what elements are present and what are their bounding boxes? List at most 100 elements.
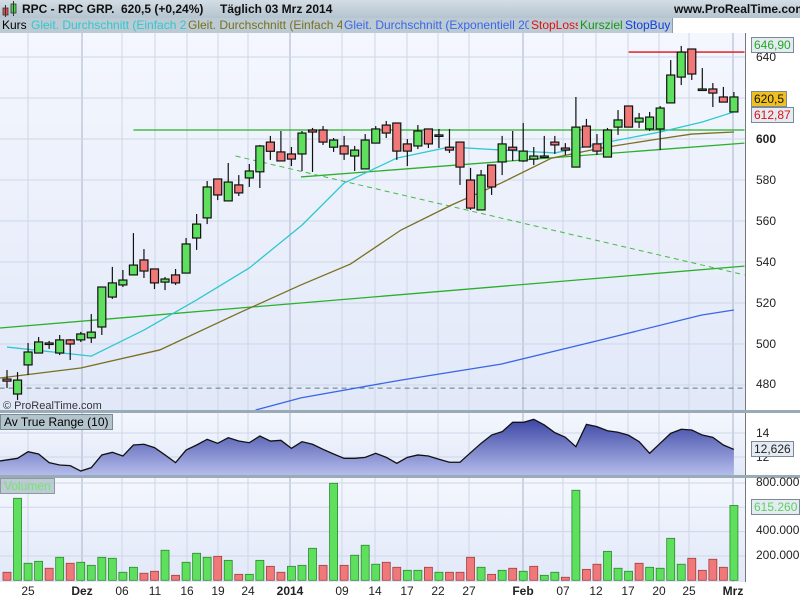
candle-body — [560, 147, 570, 151]
volume-bar — [287, 565, 296, 581]
legend-ema200[interactable]: Gleit. Durchschnitt (Exponentiell 200) — [342, 18, 546, 33]
volume-bar — [560, 576, 570, 581]
x-tick: Mrz — [722, 584, 744, 598]
volume-bar — [202, 556, 212, 581]
price-axis[interactable]: 640 600 580 560 540 520 500 480 646,90 6… — [745, 33, 800, 410]
candle-body — [276, 151, 286, 162]
volume-bar — [181, 561, 191, 581]
x-tick: 25 — [21, 584, 35, 598]
candle-body — [350, 149, 360, 157]
candle-body — [518, 150, 528, 162]
candle-body — [23, 351, 33, 366]
x-tick: 16 — [180, 584, 194, 598]
copyright: © ProRealTime.com — [3, 400, 102, 412]
candle-body — [613, 119, 623, 128]
price-chart[interactable] — [0, 33, 745, 410]
sma20-line — [6, 111, 735, 357]
volume-bar — [360, 544, 370, 581]
candle-body — [202, 186, 212, 219]
x-tick: 12 — [589, 584, 603, 598]
volume-bar — [729, 505, 739, 581]
candle-body — [107, 282, 117, 298]
candle-body — [708, 88, 718, 94]
candle-body — [465, 179, 476, 209]
volume-bar — [603, 550, 612, 581]
x-tick: 11 — [148, 584, 162, 598]
legend-kursziel[interactable]: Kursziel — [578, 18, 626, 33]
volume-bar — [318, 564, 328, 581]
volume-bar — [308, 547, 317, 581]
last-price-tag: 620,5 — [751, 91, 788, 107]
volume-bar — [434, 571, 444, 581]
atr-axis: 14 12 12,626 — [745, 413, 800, 475]
candle-body — [487, 164, 497, 188]
candle-body — [655, 107, 665, 130]
volume-bar — [613, 567, 623, 581]
volume-bar — [329, 482, 338, 581]
volume-chart[interactable] — [0, 478, 745, 582]
candle-body — [444, 146, 455, 151]
volume-bar — [76, 561, 86, 581]
x-tick: 17 — [621, 584, 635, 598]
candle-body — [44, 342, 54, 346]
volume-bar — [55, 556, 65, 581]
legend-stopbuy[interactable]: StopBuy — [623, 18, 674, 33]
candle-body — [318, 129, 328, 143]
legend-stoploss[interactable]: StopLoss — [529, 18, 585, 33]
indicator-legend: Kurs Gleit. Durchschnitt (Einfach 20) Gl… — [0, 18, 800, 33]
volume-bar — [244, 573, 254, 581]
candle-body — [539, 155, 549, 159]
x-tick: 14 — [368, 584, 382, 598]
volume-bar — [539, 574, 549, 581]
candle-body — [339, 145, 349, 155]
candle-body — [65, 339, 75, 345]
candle-body — [497, 143, 507, 163]
candle-body — [381, 124, 391, 134]
y-tick: 500 — [756, 337, 777, 351]
x-tick: 22 — [431, 584, 445, 598]
site-link[interactable]: www.ProRealTime.com — [674, 2, 800, 16]
ema200-line — [255, 309, 735, 410]
candle-body — [455, 141, 465, 168]
volume-bar — [339, 564, 349, 581]
x-tick: Feb — [512, 584, 534, 598]
volume-bar — [223, 559, 233, 581]
y-tick: 800.000 — [756, 475, 800, 489]
y-tick: 14 — [756, 426, 770, 440]
x-axis: 25 Dez 06 11 16 19 24 2014 09 14 17 22 27 Feb 07 12 17 20… — [0, 582, 800, 600]
volume-bar — [118, 571, 128, 581]
volume-bar — [708, 558, 718, 581]
candle-body — [508, 146, 518, 151]
volume-bar — [2, 571, 12, 581]
volume-bar — [423, 566, 433, 581]
volume-bar — [276, 571, 286, 581]
volume-bar — [192, 552, 202, 581]
volume-bar — [129, 566, 138, 581]
candle-body — [234, 184, 244, 194]
candle-body — [687, 48, 697, 75]
candle-body — [634, 117, 644, 123]
volume-bar — [508, 567, 518, 581]
candle-body — [12, 379, 23, 395]
candle-body — [602, 129, 613, 158]
candle-body — [55, 339, 65, 354]
volume-bar — [487, 573, 497, 581]
volume-bar — [497, 569, 507, 581]
volume-bar — [44, 567, 54, 581]
candle-body — [402, 143, 412, 152]
legend-kurs[interactable]: Kurs — [0, 18, 30, 33]
x-tick: 17 — [400, 584, 414, 598]
y-tick: 480 — [756, 377, 777, 391]
x-tick: 09 — [335, 584, 349, 598]
volume-bar — [582, 568, 591, 581]
legend-sma40[interactable]: Gleit. Durchschnitt (Einfach 40) — [186, 18, 358, 33]
volume-bar — [592, 563, 602, 581]
candle-body — [434, 134, 444, 138]
candle-body — [149, 268, 160, 284]
volume-bar — [697, 569, 707, 581]
x-tick: 25 — [682, 584, 696, 598]
candle-body — [213, 178, 223, 196]
legend-sma20[interactable]: Gleit. Durchschnitt (Einfach 20) — [29, 18, 201, 33]
candle-body — [413, 130, 423, 147]
candle-body — [244, 170, 254, 179]
